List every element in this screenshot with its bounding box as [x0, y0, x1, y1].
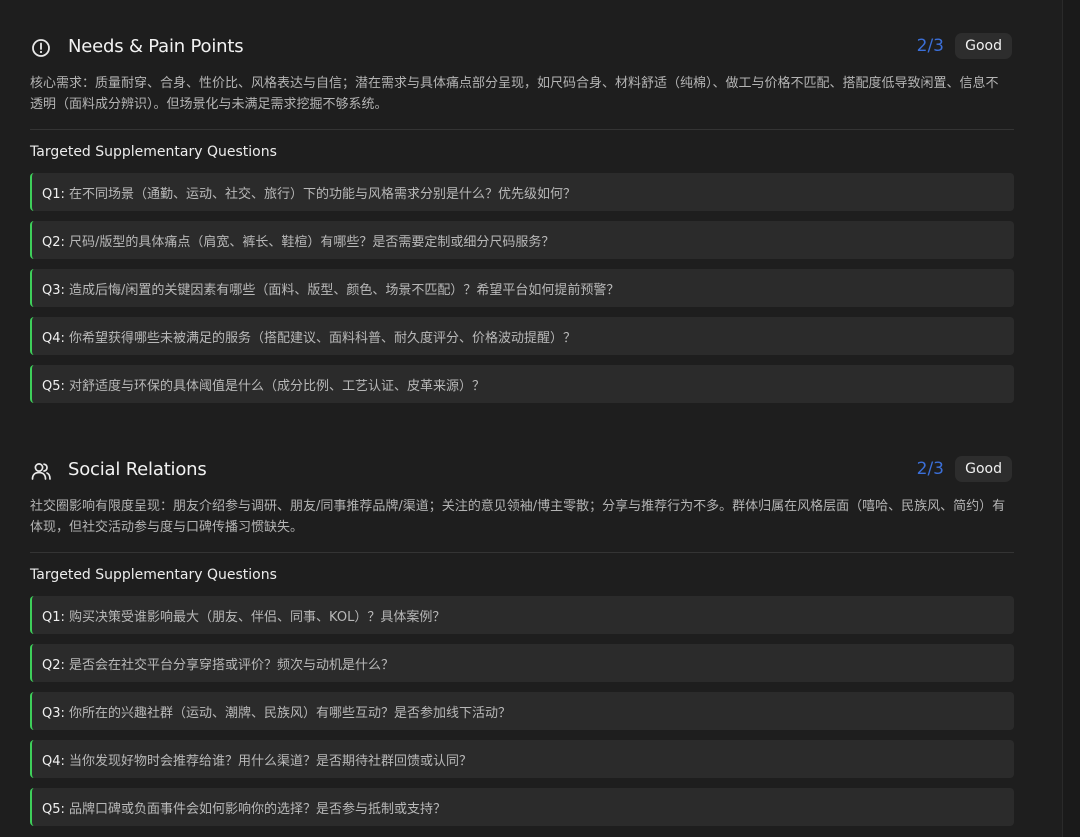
question-item-q4[interactable]: Q4: 当你发现好物时会推荐给谁？用什么渠道？是否期待社群回馈或认同？ [30, 740, 1014, 778]
question-label: Q2: [42, 658, 65, 673]
question-label: Q4: [42, 331, 65, 346]
question-text: Q4: 你希望获得哪些未被满足的服务（搭配建议、面料科普、耐久度评分、价格波动提… [42, 327, 576, 346]
question-item-q2[interactable]: Q2: 是否会在社交平台分享穿搭或评价？频次与动机是什么？ [30, 644, 1014, 682]
vertical-scrollbar[interactable] [1062, 0, 1080, 837]
section-header: Social Relations 2/3 Good [30, 456, 1014, 486]
section-summary: 社交圈影响有限度呈现：朋友介绍参与调研、朋友/同事推荐品牌/渠道；关注的意见领袖… [30, 499, 1006, 535]
section-header: Needs & Pain Points 2/3 Good [30, 33, 1014, 63]
question-body: 你希望获得哪些未被满足的服务（搭配建议、面料科普、耐久度评分、价格波动提醒）？ [69, 331, 577, 346]
question-label: Q1: [42, 610, 65, 625]
question-item-q2[interactable]: Q2: 尺码/版型的具体痛点（肩宽、裤长、鞋楦）有哪些？是否需要定制或细分尺码服… [30, 221, 1014, 259]
question-text: Q5: 品牌口碑或负面事件会如何影响你的选择？是否参与抵制或支持？ [42, 798, 446, 817]
question-text: Q1: 在不同场景（通勤、运动、社交、旅行）下的功能与风格需求分别是什么？优先级… [42, 183, 576, 202]
questions-heading: Targeted Supplementary Questions [30, 567, 277, 583]
question-text: Q2: 是否会在社交平台分享穿搭或评价？频次与动机是什么？ [42, 654, 394, 673]
questions-heading: Targeted Supplementary Questions [30, 144, 277, 160]
question-item-q1[interactable]: Q1: 购买决策受谁影响最大（朋友、伴侣、同事、KOL）？具体案例？ [30, 596, 1014, 634]
rating-badge: Good [955, 456, 1012, 482]
question-item-q5[interactable]: Q5: 品牌口碑或负面事件会如何影响你的选择？是否参与抵制或支持？ [30, 788, 1014, 826]
alert-circle-icon [30, 37, 52, 59]
question-body: 你所在的兴趣社群（运动、潮牌、民族风）有哪些互动？是否参加线下活动？ [69, 706, 512, 721]
section-title: Social Relations [68, 459, 207, 480]
question-label: Q3: [42, 706, 65, 721]
question-text: Q1: 购买决策受谁影响最大（朋友、伴侣、同事、KOL）？具体案例？ [42, 606, 445, 625]
question-item-q4[interactable]: Q4: 你希望获得哪些未被满足的服务（搭配建议、面料科普、耐久度评分、价格波动提… [30, 317, 1014, 355]
question-item-q3[interactable]: Q3: 造成后悔/闲置的关键因素有哪些（面料、版型、颜色、场景不匹配）？希望平台… [30, 269, 1014, 307]
questions-list: Q1: 购买决策受谁影响最大（朋友、伴侣、同事、KOL）？具体案例？ Q2: 是… [30, 596, 1014, 826]
report-scroll-area[interactable]: Needs & Pain Points 2/3 Good 核心需求：质量耐穿、合… [0, 0, 1062, 837]
question-text: Q2: 尺码/版型的具体痛点（肩宽、裤长、鞋楦）有哪些？是否需要定制或细分尺码服… [42, 231, 554, 250]
section-social-relations: Social Relations 2/3 Good 社交圈影响有限度呈现：朋友介… [30, 456, 1014, 836]
question-label: Q4: [42, 754, 65, 769]
question-item-q1[interactable]: Q1: 在不同场景（通勤、运动、社交、旅行）下的功能与风格需求分别是什么？优先级… [30, 173, 1014, 211]
rating-badge: Good [955, 33, 1012, 59]
questions-list: Q1: 在不同场景（通勤、运动、社交、旅行）下的功能与风格需求分别是什么？优先级… [30, 173, 1014, 403]
question-body: 购买决策受谁影响最大（朋友、伴侣、同事、KOL）？具体案例？ [69, 610, 446, 625]
question-label: Q5: [42, 802, 65, 817]
question-body: 尺码/版型的具体痛点（肩宽、裤长、鞋楦）有哪些？是否需要定制或细分尺码服务？ [69, 235, 555, 250]
question-body: 品牌口碑或负面事件会如何影响你的选择？是否参与抵制或支持？ [69, 802, 447, 817]
question-body: 造成后悔/闲置的关键因素有哪些（面料、版型、颜色、场景不匹配）？希望平台如何提前… [69, 283, 620, 298]
question-body: 是否会在社交平台分享穿搭或评价？频次与动机是什么？ [69, 658, 395, 673]
score-value: 2/3 [916, 36, 944, 56]
users-icon [30, 460, 52, 482]
question-body: 在不同场景（通勤、运动、社交、旅行）下的功能与风格需求分别是什么？优先级如何？ [69, 187, 577, 202]
question-label: Q5: [42, 379, 65, 394]
question-text: Q5: 对舒适度与环保的具体阈值是什么（成分比例、工艺认证、皮革来源）？ [42, 375, 485, 394]
section-needs-pain-points: Needs & Pain Points 2/3 Good 核心需求：质量耐穿、合… [30, 33, 1014, 413]
question-body: 当你发现好物时会推荐给谁？用什么渠道？是否期待社群回馈或认同？ [69, 754, 473, 769]
section-summary: 核心需求：质量耐穿、合身、性价比、风格表达与自信；潜在需求与具体痛点部分呈现，如… [30, 76, 999, 112]
divider [30, 552, 1014, 553]
question-body: 对舒适度与环保的具体阈值是什么（成分比例、工艺认证、皮革来源）？ [69, 379, 486, 394]
question-label: Q1: [42, 187, 65, 202]
question-label: Q3: [42, 283, 65, 298]
divider [30, 129, 1014, 130]
question-label: Q2: [42, 235, 65, 250]
question-item-q3[interactable]: Q3: 你所在的兴趣社群（运动、潮牌、民族风）有哪些互动？是否参加线下活动？ [30, 692, 1014, 730]
question-text: Q3: 你所在的兴趣社群（运动、潮牌、民族风）有哪些互动？是否参加线下活动？ [42, 702, 511, 721]
question-text: Q3: 造成后悔/闲置的关键因素有哪些（面料、版型、颜色、场景不匹配）？希望平台… [42, 279, 619, 298]
score-value: 2/3 [916, 459, 944, 479]
question-text: Q4: 当你发现好物时会推荐给谁？用什么渠道？是否期待社群回馈或认同？ [42, 750, 472, 769]
section-title: Needs & Pain Points [68, 36, 244, 57]
question-item-q5[interactable]: Q5: 对舒适度与环保的具体阈值是什么（成分比例、工艺认证、皮革来源）？ [30, 365, 1014, 403]
